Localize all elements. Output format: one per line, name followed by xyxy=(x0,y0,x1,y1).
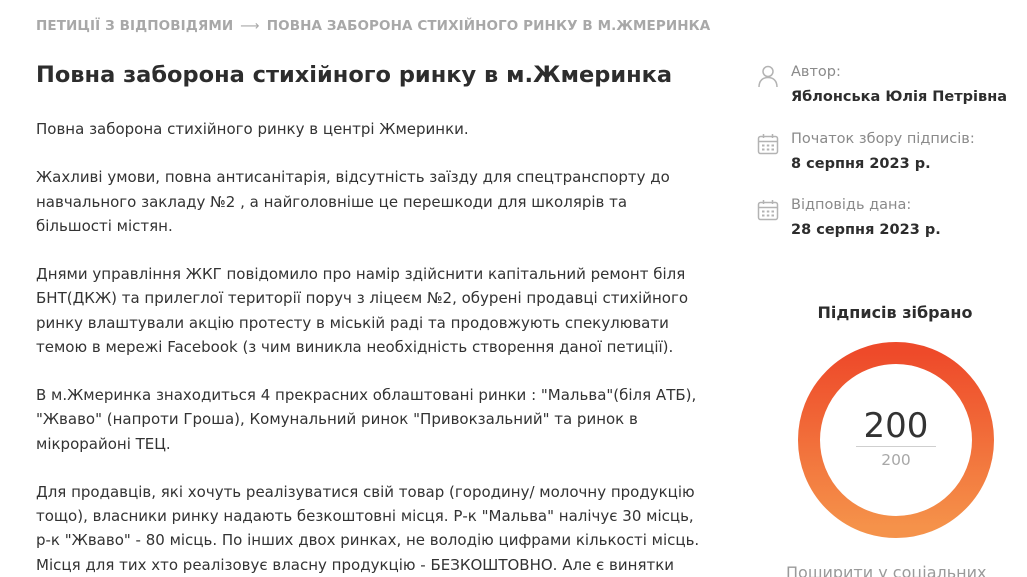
answer-date-label: Відповідь дана: xyxy=(791,197,912,213)
start-date-label: Початок збору підписів: xyxy=(791,131,975,147)
petition-text-line: Повна заборона стихійного ринку в центрі… xyxy=(36,120,469,138)
page-title: Повна заборона стихійного ринку в м.Жмер… xyxy=(36,62,673,88)
author-label: Автор: xyxy=(791,64,841,80)
signatures-collected: 200 xyxy=(863,406,929,446)
share-social-label: Поширити у соціальних xyxy=(786,563,987,577)
breadcrumb-separator: ⟶ xyxy=(240,18,260,34)
petition-paragraph: Днями управління ЖКГ повідомило про намі… xyxy=(36,262,736,359)
author-value: Яблонська Юлія Петрівна xyxy=(791,89,1007,105)
petition-text-line: тощо), власники ринку надають безкоштовн… xyxy=(36,507,694,526)
petition-text-line: мікрорайоні ТЕЦ. xyxy=(36,434,171,453)
petition-text-line: "Жваво" (напроти Гроша), Комунальний рин… xyxy=(36,410,638,429)
petition-text-line: більшості містян. xyxy=(36,216,173,235)
petition-paragraph: В м.Жмеринка знаходиться 4 прекрасних об… xyxy=(36,383,736,456)
breadcrumb-link-petitions-answered[interactable]: ПЕТИЦІЇ З ВІДПОВІДЯМИ xyxy=(36,18,233,34)
petition-text-line: Днями управління ЖКГ повідомило про намі… xyxy=(36,265,686,284)
petition-paragraph: Для продавців, які хочуть реалізуватися … xyxy=(36,480,736,577)
start-date-value: 8 серпня 2023 р. xyxy=(791,156,931,172)
calendar-icon xyxy=(757,199,779,223)
petition-paragraph: Жахливі умови, повна антисанітарія, відс… xyxy=(36,165,736,238)
breadcrumb: ПЕТИЦІЇ З ВІДПОВІДЯМИ ⟶ ПОВНА ЗАБОРОНА СТИ… xyxy=(36,18,710,34)
calendar-icon xyxy=(757,133,779,157)
petition-text-line: Місця для тих хто реалізовує власну прод… xyxy=(36,555,675,574)
petition-text-line: темою в мережі Facebook (з чим виникла н… xyxy=(36,337,674,356)
answer-date-value: 28 серпня 2023 р. xyxy=(791,222,941,238)
petition-page: ПЕТИЦІЇ З ВІДПОВІДЯМИ ⟶ ПОВНА ЗАБОРОНА СТИ… xyxy=(0,0,1027,577)
petition-text-line: навчального закладу №2 , а найголовніше … xyxy=(36,192,628,211)
petition-text-line: Жахливі умови, повна антисанітарія, відс… xyxy=(36,168,670,187)
gauge-divider xyxy=(856,446,936,447)
petition-text-line: В м.Жмеринка знаходиться 4 прекрасних об… xyxy=(36,386,697,405)
petition-paragraph: Повна заборона стихійного ринку в центрі… xyxy=(36,117,736,141)
signatures-target: 200 xyxy=(881,451,911,469)
breadcrumb-current: ПОВНА ЗАБОРОНА СТИХІЙНОГО РИНКУ В М.ЖМЕР… xyxy=(266,18,711,34)
petition-text-line: ринку влаштували акцію протесту в міські… xyxy=(36,313,669,332)
petition-text-line: р-к "Жваво" - 80 місць. По інших двох ри… xyxy=(36,531,700,550)
user-icon xyxy=(757,64,779,88)
petition-text-line: Для продавців, які хочуть реалізуватися … xyxy=(36,482,695,501)
signatures-heading: Підписів зібрано xyxy=(817,303,973,322)
petition-body: Повна заборона стихійного ринку в центрі… xyxy=(36,117,736,577)
petition-text-line: БНТ(ДКЖ) та прилеглої території поруч з … xyxy=(36,289,689,308)
